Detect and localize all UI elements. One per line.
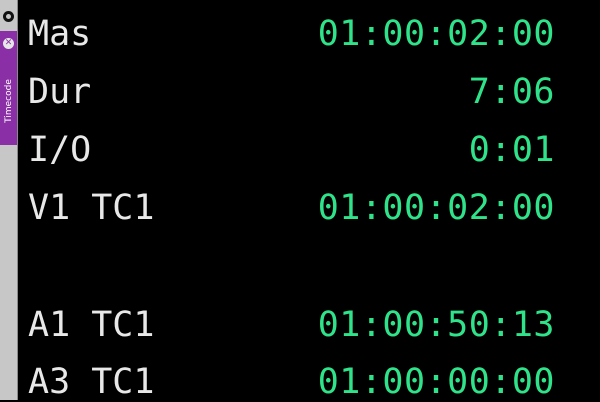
row-label: A3 TC1 (28, 362, 155, 402)
row-value: 01:00:02:00 (317, 14, 555, 54)
timecode-row-mas[interactable]: Mas 01:00:02:00 (28, 14, 555, 54)
row-label: Mas (28, 14, 92, 54)
row-value: 0:01 (468, 130, 555, 170)
timecode-row-a1-tc1[interactable]: A1 TC1 01:00:50:13 (28, 305, 555, 345)
timecode-side-tab[interactable]: ✕ Timecode (0, 0, 18, 400)
row-value: 01:00:50:13 (317, 305, 555, 345)
timecode-row-v1-tc1[interactable]: V1 TC1 01:00:02:00 (28, 188, 555, 228)
close-icon[interactable]: ✕ (3, 38, 14, 49)
row-label: Dur (28, 72, 92, 112)
tab-label: Timecode (3, 79, 14, 123)
row-label: V1 TC1 (28, 188, 155, 228)
row-label: I/O (28, 130, 92, 170)
timecode-row-dur[interactable]: Dur 7:06 (28, 72, 555, 112)
timecode-row-io[interactable]: I/O 0:01 (28, 130, 555, 170)
row-value: 01:00:02:00 (317, 188, 555, 228)
timecode-row-a3-tc1[interactable]: A3 TC1 01:00:00:00 (28, 362, 555, 402)
row-value: 7:06 (468, 72, 555, 112)
pin-icon[interactable] (3, 11, 14, 22)
timecode-tab[interactable]: ✕ Timecode (0, 31, 17, 145)
row-label: A1 TC1 (28, 305, 155, 345)
row-value: 01:00:00:00 (317, 362, 555, 402)
